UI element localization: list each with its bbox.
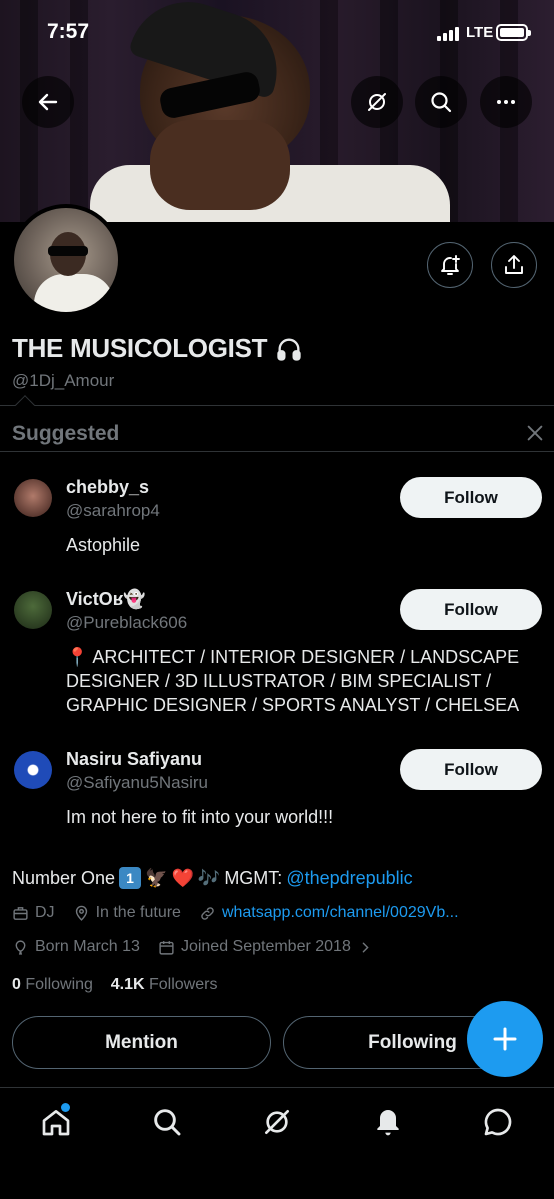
following-label: Following [25,976,93,993]
notifications-button[interactable] [427,242,473,288]
follow-button[interactable]: Follow [400,589,542,630]
user-bio: Astophile [66,535,141,555]
profile-meta-row-2: Born March 13 Joined September 2018 [12,938,374,956]
profile-category: DJ [35,904,55,921]
profile-display-name: THE MUSICOLOGIST [12,333,303,364]
bio-mention-link[interactable]: @thepdrepublic [286,868,412,889]
follow-button[interactable]: Follow [400,477,542,518]
balloon-icon [15,939,26,955]
share-button[interactable] [491,242,537,288]
follow-counts: 0 Following 4.1K Followers [12,976,217,994]
grok-icon [368,93,386,111]
profile-born: Born March 13 [35,938,140,955]
bio-mgmt-label: MGMT: [224,867,283,888]
status-bar: 7:57 LTE [0,0,554,66]
followers-count-link[interactable]: 4.1K Followers [111,976,218,993]
avatar[interactable] [14,591,52,629]
close-icon[interactable] [524,422,546,444]
profile-joined: Joined September 2018 [180,938,351,955]
followers-label: Followers [148,976,218,993]
suggested-title: Suggested [12,422,120,445]
profile-bio: Number One 1 🦅 ❤️ 🎶 MGMT: @thepdrepublic [12,867,413,889]
briefcase-icon [13,906,28,920]
profile-website-link[interactable]: whatsapp.com/channel/0029Vb... [222,904,459,922]
user-bio: 📍 ARCHITECT / INTERIOR DESIGNER / LANDSC… [66,647,520,715]
user-bio: Im not here to fit into your world!!! [66,807,334,827]
suggested-section: Suggested [0,395,554,452]
profile-meta-row-1: DJ In the future whatsapp.com/channel/00… [12,904,459,922]
following-count: 0 [12,976,21,993]
share-icon [505,255,523,274]
mention-button[interactable]: Mention [12,1016,271,1069]
link-icon [201,906,214,920]
location-icon [75,905,87,921]
search-icon [154,1109,181,1136]
more-button[interactable] [480,76,532,128]
chevron-right-icon[interactable] [357,939,374,956]
signal-icon [437,27,459,41]
bio-text: Number One [12,867,116,888]
status-time: 7:57 [47,20,90,43]
notification-dot [61,1103,70,1112]
tab-grok[interactable] [261,1106,293,1138]
grok-button[interactable] [351,76,403,128]
search-button[interactable] [415,76,467,128]
tab-home[interactable] [40,1103,72,1138]
user-handle: @sarahrop4 [66,501,160,520]
tab-search[interactable] [151,1106,183,1138]
grok-icon [265,1110,289,1134]
bell-icon [377,1110,399,1136]
tab-messages[interactable] [482,1106,514,1138]
eagle-emoji: 🦅 [145,867,168,888]
profile-location: In the future [95,904,181,921]
avatar[interactable] [14,479,52,517]
back-button[interactable] [22,76,74,128]
profile-avatar[interactable] [10,204,122,316]
plus-icon [493,1027,517,1051]
heart-emoji: ❤️ [171,867,194,888]
calendar-icon [159,940,174,955]
user-handle: @Safiyanu5Nasiru [66,773,208,792]
bell-plus-icon [441,255,460,275]
follow-button[interactable]: Follow [400,749,542,790]
bottom-tab-bar [0,1087,554,1199]
battery-icon [496,24,531,41]
back-arrow-icon [38,93,58,111]
network-label: LTE [466,24,494,41]
keycap-one-emoji: 1 [119,867,142,889]
suggested-header: Suggested [0,406,554,452]
messages-icon [484,1108,512,1136]
headphones-icon [277,338,301,361]
user-name: chebby_s [66,477,150,497]
followers-count: 4.1K [110,976,145,993]
avatar[interactable] [14,751,52,789]
music-emoji: 🎶 [197,867,221,888]
following-count-link[interactable]: 0 Following [12,976,93,993]
profile-handle: @1Dj_Amour [12,371,115,390]
user-handle: @Pureblack606 [66,613,188,632]
compose-button[interactable] [467,1001,543,1077]
user-name: Nasiru Safiyanu [66,749,203,769]
search-icon [431,92,452,113]
more-icon [497,100,515,104]
tab-notifications[interactable] [372,1106,404,1138]
display-name-text: THE MUSICOLOGIST [12,333,268,363]
user-name: VictOʁ👻 [66,589,146,609]
